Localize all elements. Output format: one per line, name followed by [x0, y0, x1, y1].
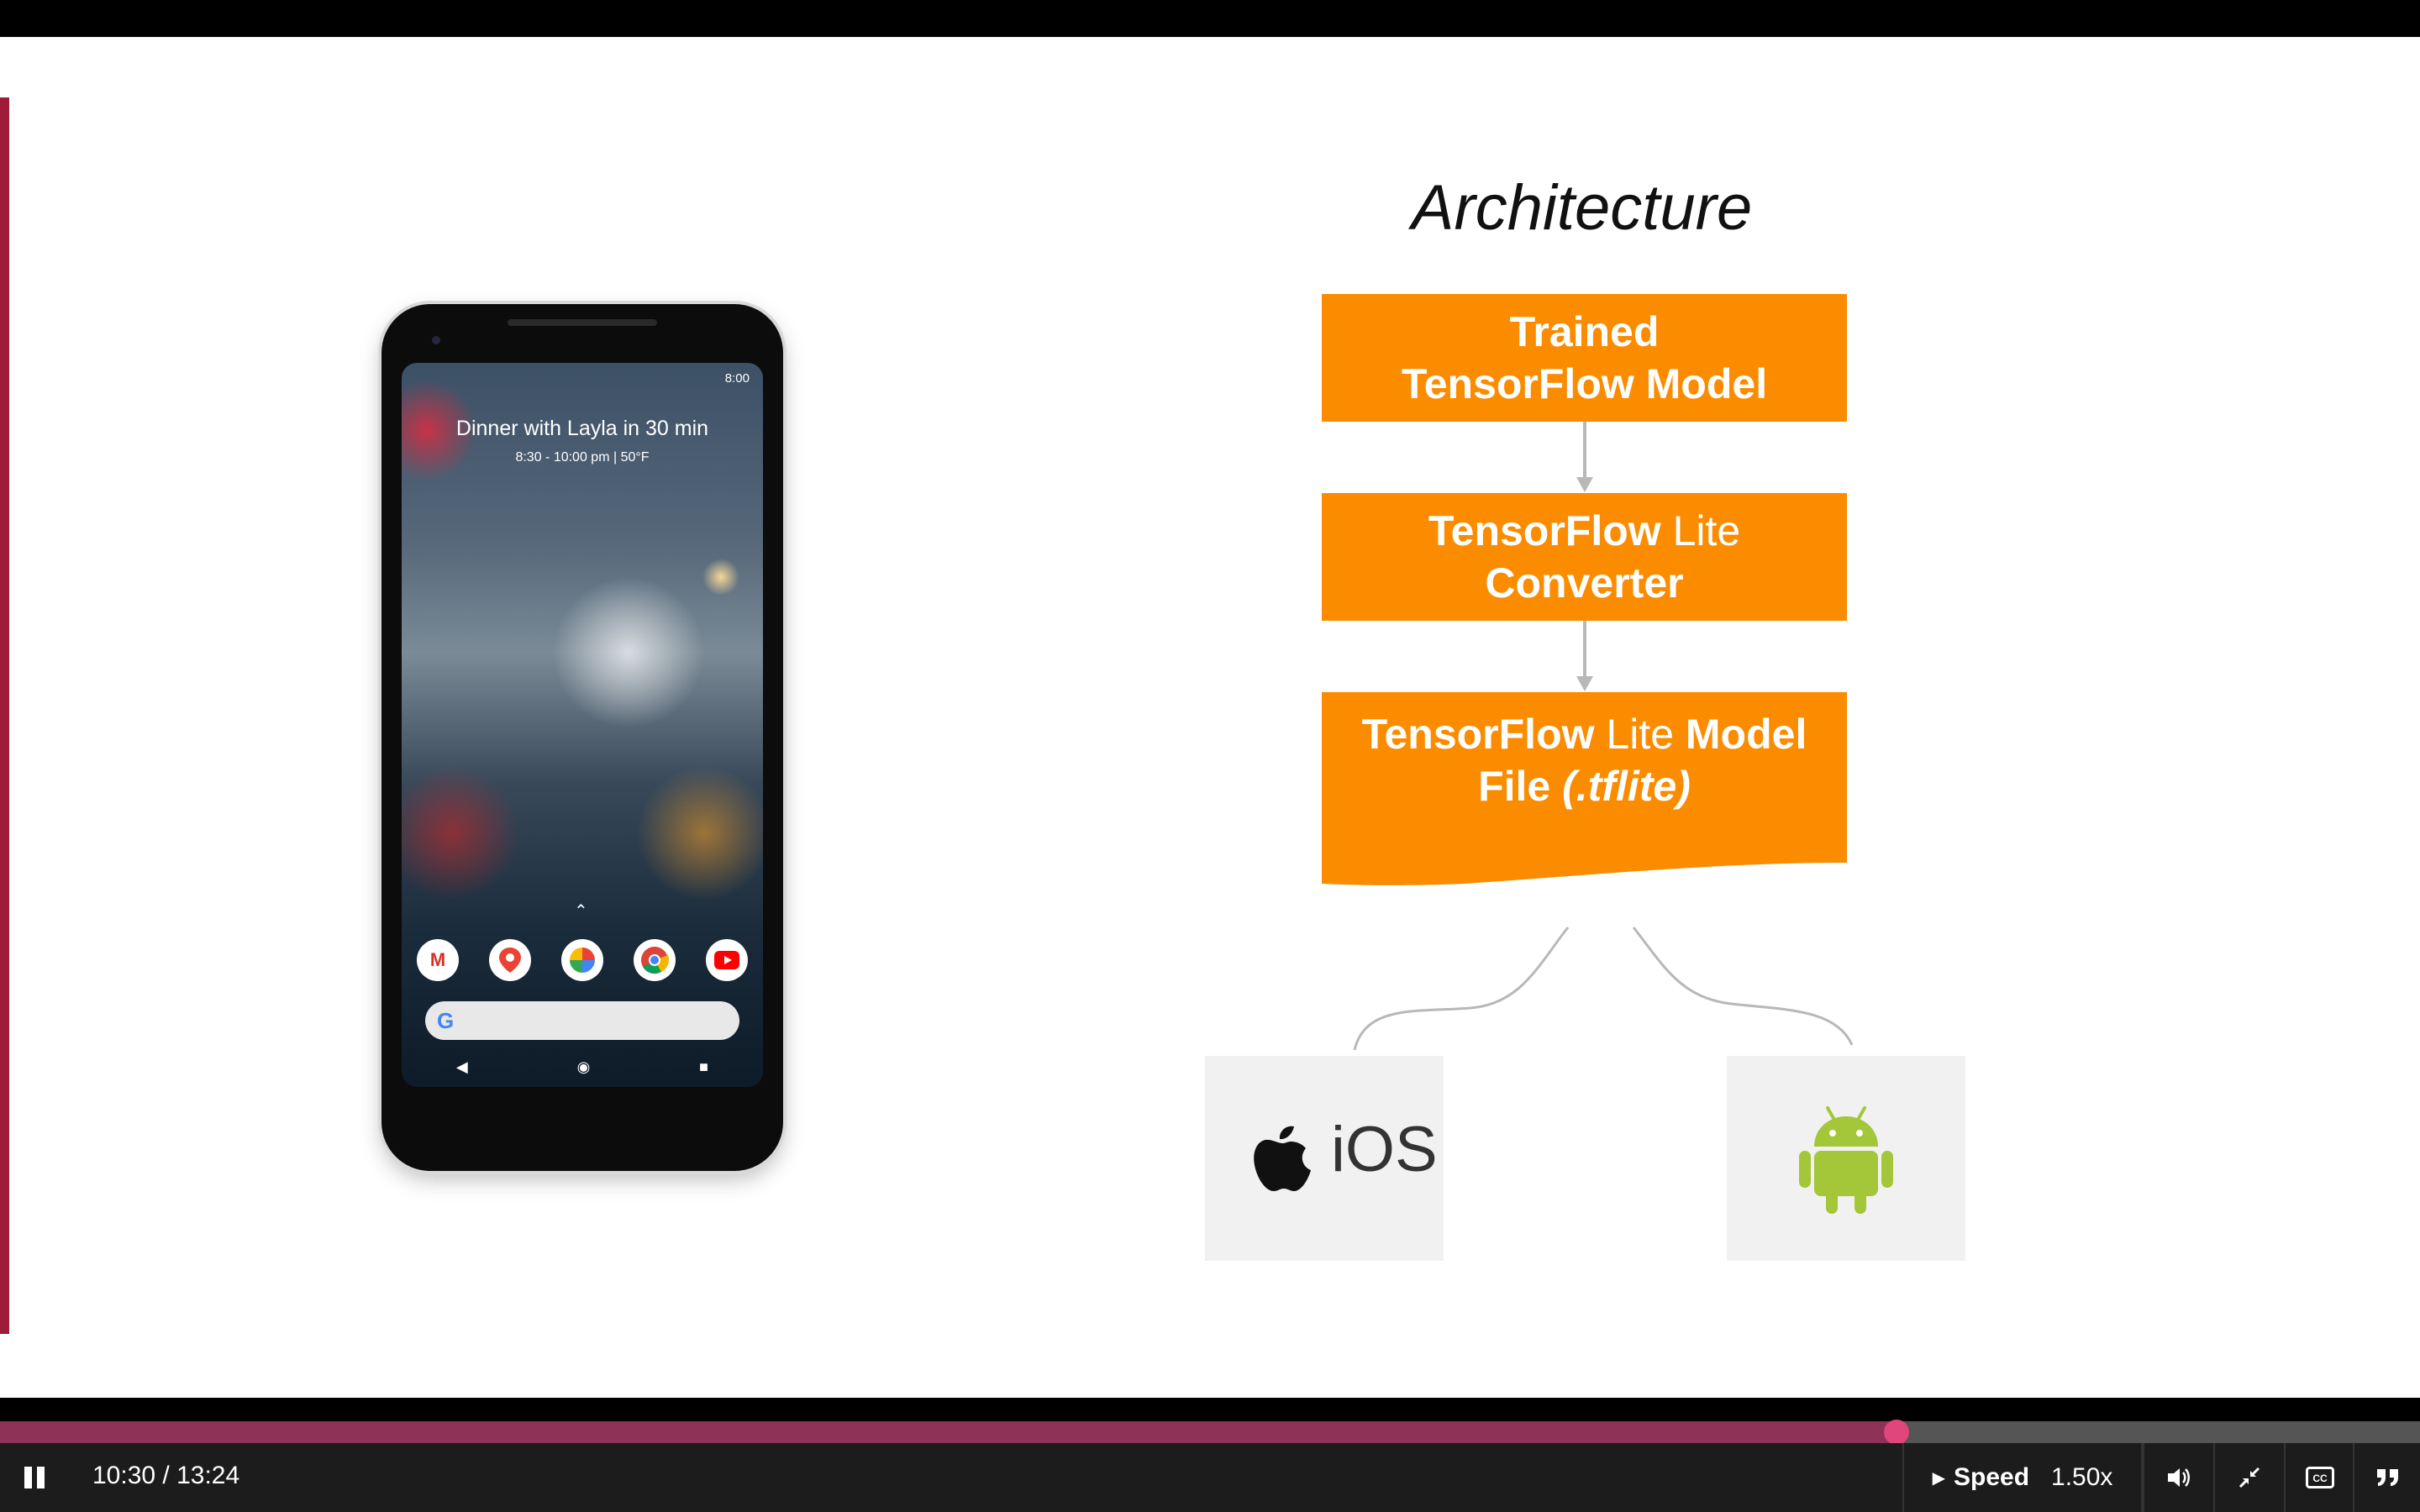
- converter-box: TensorFlow Lite Converter: [1322, 493, 1847, 621]
- chevron-up-icon: ⌃: [574, 902, 588, 921]
- connector-arrow: [1576, 422, 1593, 492]
- home-icon: ◉: [576, 1058, 591, 1075]
- box-text: Model: [1685, 711, 1807, 758]
- progress-scrubber[interactable]: [1883, 1420, 1909, 1445]
- ios-platform-tile: iOS: [1205, 1056, 1444, 1261]
- svg-text:CC: CC: [2312, 1473, 2328, 1484]
- apple-icon: [1254, 1126, 1311, 1191]
- connector-arrow: [1576, 621, 1593, 691]
- phone-search-bar: G: [425, 1001, 739, 1040]
- slide-area: Architecture Trained TensorFlow Model Te…: [0, 37, 2420, 1398]
- box-text: Lite: [1660, 507, 1741, 554]
- phone-nav-bar: ◀ ◉ ■: [402, 1050, 763, 1084]
- volume-button[interactable]: [2143, 1443, 2213, 1512]
- pause-icon: [24, 1467, 45, 1488]
- captions-icon: CC: [2306, 1467, 2334, 1488]
- ios-label: iOS: [1331, 1114, 1438, 1185]
- box-text: Lite: [1594, 711, 1686, 758]
- phone-speaker: [508, 319, 657, 326]
- progress-played: [0, 1421, 1897, 1443]
- recents-icon: ■: [699, 1058, 709, 1075]
- photos-icon: [561, 939, 603, 981]
- google-logo: G: [437, 1008, 455, 1033]
- youtube-icon: [706, 939, 748, 981]
- box-text: (.tflite): [1562, 763, 1691, 810]
- phone-camera: [432, 336, 440, 344]
- box-text: TensorFlow: [1428, 507, 1661, 554]
- android-icon: [1799, 1106, 1893, 1214]
- captions-button[interactable]: CC: [2284, 1443, 2354, 1512]
- back-icon: ◀: [455, 1058, 468, 1075]
- quote-icon: [2377, 1469, 2398, 1486]
- slide-title: Architecture: [1411, 172, 1753, 244]
- phone-event-detail: 8:30 - 10:00 pm | 50°F: [515, 450, 650, 465]
- tflite-file-box: TensorFlow Lite Model File (.tflite): [1322, 692, 1847, 852]
- caret-right-icon: ▶: [1932, 1468, 1945, 1488]
- trained-model-box: Trained TensorFlow Model: [1322, 294, 1847, 422]
- android-platform-tile: [1727, 1056, 1965, 1261]
- branch-curves: [1353, 927, 1854, 1050]
- volume-icon: [2168, 1468, 2190, 1487]
- phone-illustration: 8:00 Dinner with Layla in 30 min 8:30 - …: [381, 304, 783, 1171]
- box-text: Converter: [1485, 559, 1684, 606]
- box-text: TensorFlow: [1361, 711, 1595, 758]
- transcript-button[interactable]: [2353, 1443, 2420, 1512]
- phone-screen: 8:00 Dinner with Layla in 30 min 8:30 - …: [402, 363, 763, 1087]
- speed-label: Speed: [1953, 1463, 2030, 1491]
- gmail-icon: M: [417, 939, 459, 981]
- exit-fullscreen-button[interactable]: [2213, 1443, 2284, 1512]
- maps-icon: [489, 939, 531, 981]
- phone-status-time: 8:00: [724, 371, 750, 386]
- phone-dock: M: [417, 939, 748, 981]
- slide-accent-bar: [0, 97, 9, 1334]
- box-text: Trained: [1509, 308, 1660, 355]
- box-text: File: [1478, 763, 1563, 810]
- speed-value: 1.50x: [2051, 1463, 2113, 1491]
- pause-button[interactable]: [15, 1443, 54, 1512]
- video-progress-bar[interactable]: [0, 1420, 2420, 1445]
- phone-event-title: Dinner with Layla in 30 min: [455, 417, 709, 440]
- speed-button[interactable]: ▶ Speed 1.50x: [1902, 1443, 2143, 1512]
- player-controls: 10:30 / 13:24 ▶ Speed 1.50x CC: [0, 1443, 2420, 1512]
- box-text: TensorFlow Model: [1401, 360, 1768, 407]
- chrome-icon: [634, 939, 676, 981]
- time-display: 10:30 / 13:24: [92, 1462, 240, 1489]
- exit-fullscreen-icon: [2238, 1467, 2260, 1488]
